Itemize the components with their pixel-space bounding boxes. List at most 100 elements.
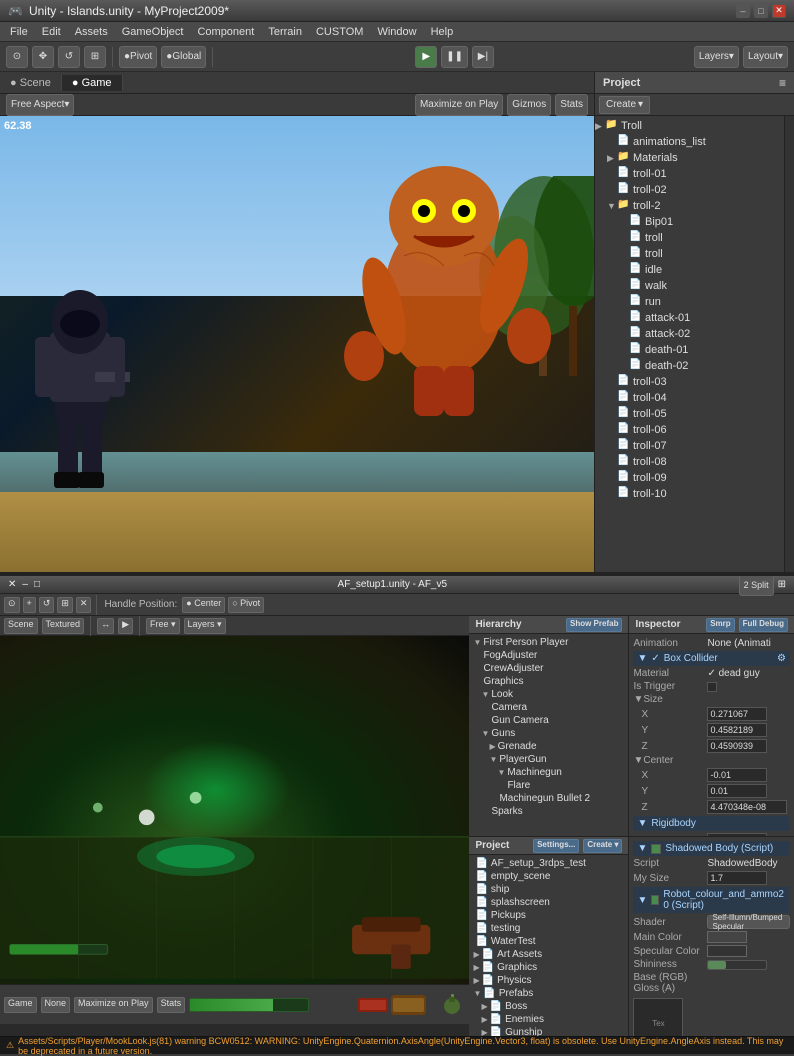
shadowed-body-header[interactable]: ▼ Shadowed Body (Script) (633, 841, 790, 856)
maximize-button[interactable]: □ (754, 4, 768, 18)
project-bottom-item[interactable]: ▶ 📄Graphics (469, 961, 628, 974)
hierarchy-item[interactable]: CrewAdjuster (469, 662, 628, 675)
project-tree-item[interactable]: ▼📁troll-2 (595, 198, 784, 214)
menu-terrain[interactable]: Terrain (262, 25, 308, 39)
menu-assets[interactable]: Assets (69, 25, 114, 39)
project-bottom-item[interactable]: 📄splashscreen (469, 896, 628, 909)
robot-colour-header[interactable]: ▼ Robot_colour_and_ammo2 0 (Script) (633, 887, 790, 913)
project-tree-item[interactable]: 📄troll-07 (595, 438, 784, 454)
textured-tab-btn[interactable]: Textured (42, 618, 85, 634)
free-btn[interactable]: Free ▾ (146, 618, 180, 634)
project-bottom-item[interactable]: ▶ 📄Enemies (469, 1013, 628, 1026)
shadowed-check[interactable] (651, 844, 661, 854)
stats-button[interactable]: Stats (555, 94, 588, 116)
menu-component[interactable]: Component (191, 25, 260, 39)
menu-window[interactable]: Window (371, 25, 422, 39)
collider-settings-icon[interactable]: ⚙ (777, 653, 786, 664)
center-y-input[interactable] (707, 784, 767, 798)
main-color-swatch[interactable] (707, 931, 747, 943)
tab-scene[interactable]: ● Scene (0, 75, 62, 91)
project-bottom-item[interactable]: 📄testing (469, 922, 628, 935)
project-tree-item[interactable]: 📄troll-10 (595, 486, 784, 502)
project-tree-item[interactable]: 📄troll-08 (595, 454, 784, 470)
rotate-tool-button[interactable]: ↺ (58, 46, 80, 68)
pivot-radio-btn[interactable]: ○ Pivot (228, 597, 264, 613)
project-tree-item[interactable]: 📄idle (595, 262, 784, 278)
rigidbody-header[interactable]: ▼ Rigidbody (633, 816, 790, 831)
stats-btn2[interactable]: Stats (157, 997, 186, 1013)
none-btn[interactable]: None (41, 997, 71, 1013)
project-tree-item[interactable]: 📄troll-09 (595, 470, 784, 486)
center-x-input[interactable] (707, 768, 767, 782)
project-tree-item[interactable]: 📄run (595, 294, 784, 310)
window2-max-icon[interactable]: □ (34, 579, 40, 590)
free-aspect-dropdown[interactable]: Free Aspect ▾ (6, 94, 74, 116)
maximize-on-play-button[interactable]: Maximize on Play (415, 94, 503, 116)
scene-tab-btn[interactable]: Scene (4, 618, 38, 634)
hierarchy-item[interactable]: ▼ Guns (469, 727, 628, 740)
hierarchy-item[interactable]: ▼ Machinegun (469, 766, 628, 779)
project-bottom-item[interactable]: ▶ 📄Physics (469, 974, 628, 987)
minimize-button[interactable]: – (736, 4, 750, 18)
project-tree-item[interactable]: 📄troll-04 (595, 390, 784, 406)
hierarchy-item[interactable]: Graphics (469, 675, 628, 688)
window2-close-icon[interactable]: ✕ (8, 579, 16, 590)
project-bottom-item[interactable]: 📄WaterTest (469, 935, 628, 948)
hierarchy-item[interactable]: ▶ Grenade (469, 740, 628, 753)
project-bottom-item[interactable]: ▼ 📄Prefabs (469, 987, 628, 1000)
show-prefab-button[interactable]: Show Prefab (566, 618, 622, 632)
project-bottom-item[interactable]: ▶ 📄Art Assets (469, 948, 628, 961)
project-scrollbar[interactable] (784, 116, 794, 572)
layers-dropdown[interactable]: Layers ▾ (694, 46, 739, 68)
close-toolbar-btn[interactable]: ✕ (76, 597, 92, 613)
create-bottom-button[interactable]: Create ▾ (583, 839, 622, 853)
project-tree-item[interactable]: 📄troll (595, 246, 784, 262)
hierarchy-item[interactable]: Sparks (469, 805, 628, 818)
hand-tool-button[interactable]: ⊙ (6, 46, 28, 68)
shininess-slider[interactable] (707, 960, 767, 970)
menu-file[interactable]: File (4, 25, 34, 39)
project-bottom-item[interactable]: 📄Pickups (469, 909, 628, 922)
hierarchy-item[interactable]: FogAdjuster (469, 649, 628, 662)
pause-button[interactable]: ❚❚ (441, 46, 468, 68)
hierarchy-item[interactable]: ▼ First Person Player (469, 636, 628, 649)
menu-edit[interactable]: Edit (36, 25, 67, 39)
settings-button[interactable]: Settings... (533, 839, 579, 853)
is-trigger-checkbox[interactable] (707, 682, 717, 692)
specular-color-swatch[interactable] (707, 945, 747, 957)
window2-min-icon[interactable]: – (22, 579, 28, 590)
hierarchy-item[interactable]: Machinegun Bullet 2 (469, 792, 628, 805)
project-bottom-item[interactable]: 📄ship (469, 883, 628, 896)
tab-game[interactable]: ● Game (62, 75, 123, 91)
move-tool-button[interactable]: ✥ (32, 46, 54, 68)
project-tree-item[interactable]: 📄troll-01 (595, 166, 784, 182)
project-bottom-item[interactable]: 📄AF_setup_3rdps_test (469, 857, 628, 870)
full-debug-button[interactable]: Full Debug (739, 618, 788, 632)
project-tree-item[interactable]: 📄death-02 (595, 358, 784, 374)
maximize-play-btn[interactable]: Maximize on Play (74, 997, 153, 1013)
layers-btn[interactable]: Layers ▾ (184, 618, 226, 634)
move-tool-btn2[interactable]: + (23, 597, 36, 613)
hand-tool-btn2[interactable]: ⊙ (4, 597, 20, 613)
scale-tool-button[interactable]: ⊞ (84, 46, 106, 68)
project-tree-item[interactable]: ▶📁Troll (595, 118, 784, 134)
project-tree-item[interactable]: 📄troll-05 (595, 406, 784, 422)
project-menu-icon[interactable]: ≡ (779, 76, 786, 90)
size-z-input[interactable] (707, 739, 767, 753)
persp-btn[interactable]: ↔ (97, 618, 114, 634)
project-tree-item[interactable]: 📄troll (595, 230, 784, 246)
project-tree-item[interactable]: 📄troll-02 (595, 182, 784, 198)
project-bottom-item[interactable]: ▶ 📄Boss (469, 1000, 628, 1013)
game-label-btn[interactable]: Game (4, 997, 37, 1013)
rotate-tool-btn2[interactable]: ↺ (39, 597, 55, 613)
my-size-input[interactable] (707, 871, 767, 885)
shader-dropdown[interactable]: Self-Illumn/Bumped Specular (707, 915, 790, 929)
project-tree-item[interactable]: 📄troll-03 (595, 374, 784, 390)
layout-dropdown[interactable]: Layout ▾ (743, 46, 788, 68)
project-bottom-item[interactable]: 📄empty_scene (469, 870, 628, 883)
pivot-button[interactable]: ● Pivot (119, 46, 157, 68)
gizmos-button[interactable]: Gizmos (507, 94, 551, 116)
project-tree-item[interactable]: 📄walk (595, 278, 784, 294)
project-tree-item[interactable]: 📄attack-01 (595, 310, 784, 326)
menu-gameobject[interactable]: GameObject (116, 25, 190, 39)
